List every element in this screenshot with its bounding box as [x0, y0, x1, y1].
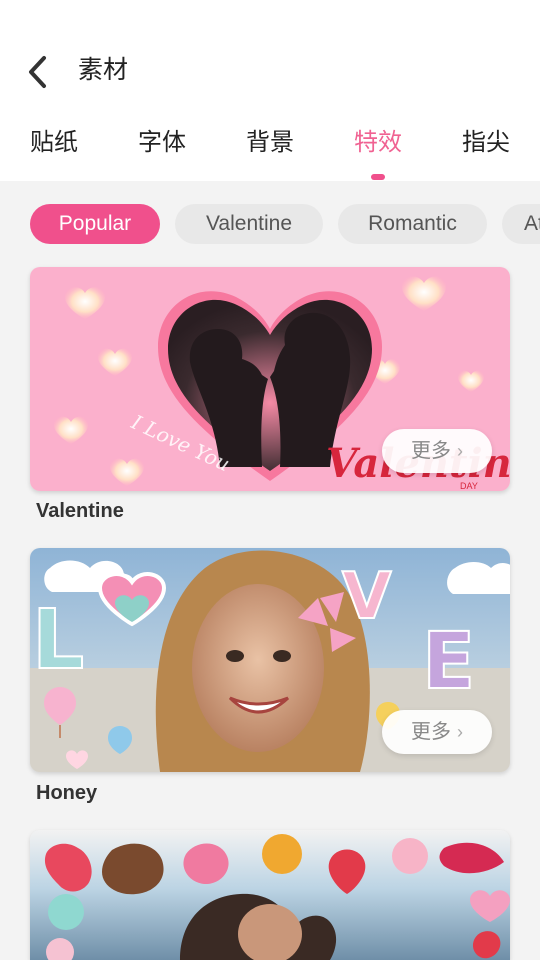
chevron-right-icon: › [457, 441, 463, 461]
effect-card-third[interactable] [30, 830, 510, 960]
tab-fingertip[interactable]: 指尖 [462, 126, 510, 160]
more-button[interactable]: 更多 › [382, 710, 492, 754]
top-bar: 素材 贴纸 字体 背景 特效 指尖 [0, 0, 540, 181]
love-letter-l: L [32, 593, 84, 688]
page-title: 素材 [78, 56, 129, 84]
card-label-honey: Honey [36, 782, 98, 804]
category-chips: Popular Valentine Romantic At [0, 204, 540, 244]
chip-valentine[interactable]: Valentine [175, 204, 323, 244]
tab-bar: 贴纸 字体 背景 特效 指尖 [0, 118, 540, 180]
active-tab-indicator [371, 174, 385, 180]
effect-card-valentine[interactable]: I Love You Valentines DAY 更多› [30, 267, 510, 491]
tab-fonts[interactable]: 字体 [138, 126, 186, 160]
valentine-art-small: DAY [460, 481, 478, 491]
card-label-valentine: Valentine [36, 500, 124, 522]
back-button[interactable] [22, 52, 58, 92]
love-letter-v: V [342, 560, 392, 634]
tab-stickers[interactable]: 贴纸 [30, 126, 78, 160]
more-label: 更多 [411, 721, 451, 743]
chip-partial[interactable]: At [502, 204, 540, 244]
tab-effects[interactable]: 特效 [354, 126, 402, 160]
chip-romantic[interactable]: Romantic [338, 204, 487, 244]
chip-popular[interactable]: Popular [30, 204, 160, 244]
chevron-left-icon [29, 56, 46, 88]
tab-backgrounds[interactable]: 背景 [246, 126, 294, 160]
third-thumbnail [30, 830, 510, 960]
effect-card-honey[interactable]: L V E 更多 › [30, 548, 510, 772]
love-letter-e: E [422, 617, 475, 707]
more-button[interactable]: 更多 › [382, 429, 492, 473]
more-label: 更多 [411, 440, 451, 462]
chevron-right-icon: › [457, 722, 463, 742]
